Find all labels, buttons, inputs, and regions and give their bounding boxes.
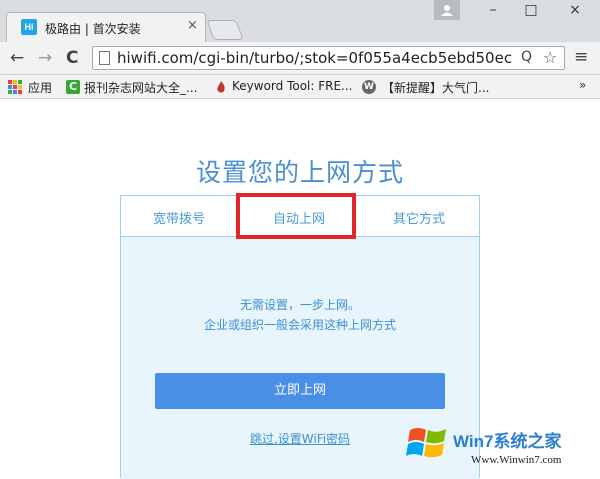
bookmark-keyword-tool[interactable]: Keyword Tool: FRE... (232, 79, 353, 93)
description-line-2: 企业或组织一般会采用这种上网方式 (203, 318, 396, 332)
windows-logo-icon (406, 428, 446, 458)
bookmark-star-icon[interactable]: ☆ (543, 48, 557, 67)
watermark: Win7系统之家 Www.Winwin7.com (405, 420, 600, 478)
apps-grid-icon (8, 80, 22, 94)
bookmark-magazines[interactable]: 报刊杂志网站大全_... (84, 79, 197, 96)
tab-title: 极路由 | 首次安装 (45, 22, 141, 36)
bookmark-apps[interactable]: 应用 (28, 79, 52, 96)
description-line-1: 无需设置，一步上网。 (239, 298, 360, 312)
more-bookmarks-icon[interactable]: » (579, 78, 586, 92)
browser-tab[interactable]: Hi 极路由 | 首次安装 × (6, 12, 206, 42)
zoom-icon[interactable]: Q (521, 49, 532, 65)
page-title: 设置您的上网方式 (195, 158, 404, 187)
wordpress-icon: W (362, 80, 376, 94)
reload-icon[interactable]: C (66, 48, 78, 68)
watermark-title: Win7系统之家 (453, 432, 562, 451)
bookmark-reminder[interactable]: 【新提醒】大气门... (382, 79, 489, 96)
tab-strip: Hi 极路由 | 首次安装 × – □ × (0, 0, 600, 42)
minimize-button[interactable]: – (478, 2, 508, 18)
connect-now-button[interactable]: 立即上网 (155, 373, 445, 409)
profile-button[interactable] (434, 0, 460, 20)
address-bar[interactable]: hiwifi.com/cgi-bin/turbo/;stok=0f055a4ec… (92, 46, 565, 70)
bookmarks-bar: 应用 C 报刊杂志网站大全_... Keyword Tool: FRE... W… (0, 75, 600, 99)
back-arrow-icon[interactable]: ← (10, 48, 24, 68)
browser-toolbar: ← → C hiwifi.com/cgi-bin/turbo/;stok=0f0… (0, 42, 600, 75)
close-window-button[interactable]: × (560, 2, 590, 18)
tab-pppoe[interactable]: 宽带拨号 (153, 208, 205, 227)
page-icon (99, 51, 110, 65)
highlight-annotation (236, 193, 356, 239)
url-text[interactable]: hiwifi.com/cgi-bin/turbo/;stok=0f055a4ec… (117, 49, 512, 67)
hiwifi-favicon-icon: Hi (21, 19, 37, 35)
menu-icon[interactable]: ≡ (574, 47, 588, 67)
tab-other-methods[interactable]: 其它方式 (393, 208, 445, 227)
user-icon (441, 5, 453, 16)
forward-arrow-icon[interactable]: → (38, 48, 52, 68)
watermark-url: Www.Winwin7.com (471, 454, 562, 466)
tab-close-icon[interactable]: × (187, 18, 198, 33)
flame-icon (217, 81, 225, 93)
new-tab-button[interactable] (206, 20, 244, 40)
maximize-button[interactable]: □ (516, 2, 546, 18)
green-c-icon: C (66, 80, 80, 94)
